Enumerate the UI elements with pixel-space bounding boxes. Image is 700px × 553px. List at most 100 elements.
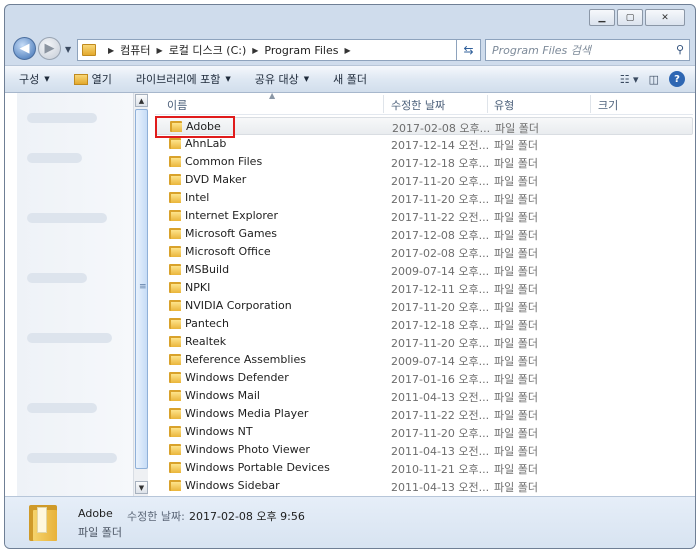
share-with-button[interactable]: 공유 대상 ▼ xyxy=(255,71,309,87)
dropdown-arrow-icon: ▼ xyxy=(303,75,310,83)
file-type: 파일 폴더 xyxy=(494,445,538,458)
column-header-name[interactable]: 이름 xyxy=(167,97,187,113)
file-type: 파일 폴더 xyxy=(494,355,538,368)
share-label: 공유 대상 xyxy=(254,73,299,86)
file-row[interactable]: Reference Assemblies 2009-07-14 오후... 파일 폴… xyxy=(155,351,693,369)
file-row[interactable]: NPKI 2017-12-11 오후... 파일 폴더 xyxy=(155,279,693,297)
minimize-button[interactable]: ▁ xyxy=(589,9,615,26)
folder-icon xyxy=(169,156,181,167)
column-header-type[interactable]: 유형 xyxy=(494,97,514,113)
file-type: 파일 폴더 xyxy=(494,301,538,314)
open-folder-icon xyxy=(73,73,88,85)
chevron-right-icon[interactable]: ▶ xyxy=(157,46,163,55)
details-name: Adobe xyxy=(78,507,113,520)
navigation-pane[interactable] xyxy=(17,93,133,496)
folder-icon-large xyxy=(29,505,57,541)
help-icon[interactable]: ? xyxy=(669,71,685,87)
navigation-scrollbar[interactable]: ▲ ≡ ▼ xyxy=(133,93,148,496)
file-row[interactable]: Adobe 2017-02-08 오후... 파일 폴더 xyxy=(155,116,693,138)
file-row[interactable]: Internet Explorer 2017-11-22 오전... 파일 폴더 xyxy=(155,207,693,225)
file-name: AhnLab xyxy=(185,137,227,150)
breadcrumb-program-files[interactable]: Program Files xyxy=(264,44,338,57)
column-header-modified[interactable]: 수정한 날짜 xyxy=(391,97,445,113)
include-in-library-button[interactable]: 라이브러리에 포함 ▼ xyxy=(136,71,231,87)
file-name: NVIDIA Corporation xyxy=(185,299,292,312)
column-divider[interactable] xyxy=(590,95,591,113)
file-row[interactable]: Windows Photo Viewer 2011-04-13 오전... 파일 폴… xyxy=(155,441,693,459)
folder-icon xyxy=(169,318,181,329)
file-name: Pantech xyxy=(185,317,229,330)
close-button[interactable]: ✕ xyxy=(645,9,685,26)
file-row[interactable]: Intel 2017-11-20 오후... 파일 폴더 xyxy=(155,189,693,207)
view-options-icon[interactable]: ☷ ▾ xyxy=(620,73,639,86)
file-modified: 2017-11-22 오전... xyxy=(391,409,490,422)
file-row[interactable]: Pantech 2017-12-18 오후... 파일 폴더 xyxy=(155,315,693,333)
column-divider[interactable] xyxy=(487,95,488,113)
folder-icon xyxy=(169,372,181,383)
dropdown-arrow-icon: ▼ xyxy=(225,75,231,83)
search-input[interactable]: Program Files 검색 xyxy=(492,42,591,58)
file-row[interactable]: Windows Media Player 2017-11-22 오전... 파일 폴… xyxy=(155,405,693,423)
file-row[interactable]: Windows Defender 2017-01-16 오후... 파일 폴더 xyxy=(155,369,693,387)
refresh-button[interactable]: ⇆ xyxy=(457,39,481,61)
folder-icon xyxy=(169,480,181,491)
chevron-right-icon[interactable]: ▶ xyxy=(108,46,114,55)
file-row[interactable]: Common Files 2017-12-18 오후... 파일 폴더 xyxy=(155,153,693,171)
folder-icon xyxy=(169,390,181,401)
file-name: Common Files xyxy=(185,155,263,168)
chevron-right-icon[interactable]: ▶ xyxy=(344,46,350,55)
file-row[interactable]: AhnLab 2017-12-14 오전... 파일 폴더 xyxy=(155,135,693,153)
search-box[interactable]: Program Files 검색 ⚲ xyxy=(485,39,690,61)
organize-label: 구성 xyxy=(19,73,40,86)
file-row[interactable]: NVIDIA Corporation 2017-11-20 오후... 파일 폴더 xyxy=(155,297,693,315)
file-modified: 2011-04-13 오전... xyxy=(391,481,490,494)
maximize-button[interactable]: ▢ xyxy=(617,9,643,26)
file-type: 파일 폴더 xyxy=(494,265,538,278)
new-folder-button[interactable]: 새 폴더 xyxy=(333,71,367,87)
column-headers: ▲ 이름 수정한 날짜 유형 크기 xyxy=(155,91,693,115)
file-row[interactable]: MSBuild 2009-07-14 오후... 파일 폴더 xyxy=(155,261,693,279)
file-row[interactable]: Windows Mail 2011-04-13 오전... 파일 폴더 xyxy=(155,387,693,405)
back-button[interactable]: ◀ xyxy=(13,37,36,60)
file-row[interactable]: Realtek 2017-11-20 오후... 파일 폴더 xyxy=(155,333,693,351)
folder-icon xyxy=(169,300,181,311)
file-row[interactable]: Windows Sidebar 2011-04-13 오전... 파일 폴더 xyxy=(155,477,693,495)
folder-icon xyxy=(169,444,181,455)
file-name: Reference Assemblies xyxy=(185,353,306,366)
file-row[interactable]: Windows NT 2017-11-20 오후... 파일 폴더 xyxy=(155,423,693,441)
breadcrumb-computer[interactable]: 컴퓨터 xyxy=(120,42,150,58)
breadcrumb-local-disk[interactable]: 로컬 디스크 (C:) xyxy=(169,42,247,58)
file-name: Windows NT xyxy=(185,425,253,438)
file-row[interactable]: Microsoft Office 2017-02-08 오후... 파일 폴더 xyxy=(155,243,693,261)
history-dropdown-icon[interactable]: ▼ xyxy=(65,45,71,54)
column-header-size[interactable]: 크기 xyxy=(598,97,618,113)
address-bar[interactable]: ▶ 컴퓨터 ▶ 로컬 디스크 (C:) ▶ Program Files ▶ xyxy=(77,39,457,61)
folder-icon xyxy=(169,264,181,275)
scroll-thumb[interactable]: ≡ xyxy=(135,109,148,469)
organize-button[interactable]: 구성 ▼ xyxy=(19,71,50,87)
column-divider[interactable] xyxy=(383,95,384,113)
scroll-down-button[interactable]: ▼ xyxy=(135,481,148,494)
forward-button[interactable]: ▶ xyxy=(38,37,61,60)
file-name: Microsoft Games xyxy=(185,227,278,240)
file-modified: 2017-11-20 오후... xyxy=(391,337,490,350)
file-type: 파일 폴더 xyxy=(494,139,538,152)
file-row[interactable]: Microsoft Games 2017-12-08 오후... 파일 폴더 xyxy=(155,225,693,243)
details-pane: Adobe 파일 폴더 수정한 날짜: 2017-02-08 오후 9:56 xyxy=(5,496,695,548)
file-type: 파일 폴더 xyxy=(494,337,538,350)
open-button[interactable]: 열기 xyxy=(73,71,112,87)
command-bar: 구성 ▼ 열기 라이브러리에 포함 ▼ 공유 대상 ▼ 새 폴더 ☷ ▾ ◫ ? xyxy=(5,65,695,93)
folder-icon xyxy=(169,426,181,437)
file-row[interactable]: Windows Portable Devices 2010-11-21 오후...… xyxy=(155,459,693,477)
file-name: Microsoft Office xyxy=(185,245,271,258)
folder-icon xyxy=(82,44,96,56)
file-name: Realtek xyxy=(185,335,227,348)
folder-icon xyxy=(169,282,181,293)
preview-pane-icon[interactable]: ◫ xyxy=(649,73,659,86)
chevron-right-icon[interactable]: ▶ xyxy=(252,46,258,55)
file-row[interactable]: DVD Maker 2017-11-20 오후... 파일 폴더 xyxy=(155,171,693,189)
search-icon[interactable]: ⚲ xyxy=(676,43,684,56)
nav-placeholder xyxy=(27,213,107,223)
minimize-icon: ▁ xyxy=(598,12,606,23)
scroll-up-button[interactable]: ▲ xyxy=(135,94,148,107)
